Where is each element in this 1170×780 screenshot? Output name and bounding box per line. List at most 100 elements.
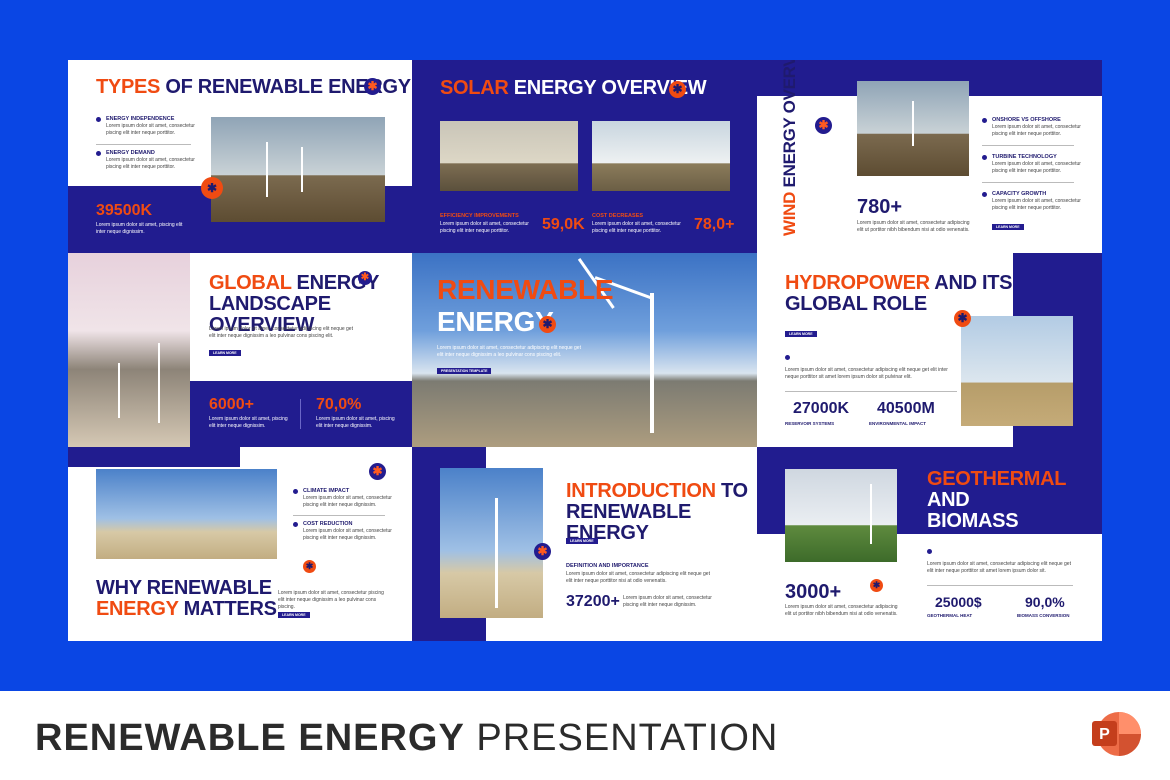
stat-value: 3000+ xyxy=(785,581,842,603)
stat-value: 25000$ xyxy=(935,594,982,610)
item-body: Lorem ipsum dolor sit amet, consectetur … xyxy=(303,495,392,508)
stat-value: 6000+ xyxy=(209,396,254,413)
title-highlight: WIND xyxy=(780,191,799,236)
slide-hero[interactable]: RENEWABLE ENERGY ✱ Lorem ipsum dolor sit… xyxy=(412,253,757,447)
asterisk-icon: ✱ xyxy=(815,117,832,134)
body-text: Lorem ipsum dolor sit amet, consectetur … xyxy=(437,345,581,358)
label-text: GEOTHERMAL HEAT xyxy=(927,613,973,618)
item-label: DEFINITION AND IMPORTANCE xyxy=(566,563,649,569)
item-body: Lorem ipsum dolor sit amet, consectetur … xyxy=(106,157,195,170)
title-line2: GLOBAL ROLE xyxy=(785,293,927,315)
wind-turbine-photo xyxy=(440,468,543,618)
stat-body: Lorem ipsum dolor sit amet, consectetur … xyxy=(785,604,898,617)
bullet-dot xyxy=(293,522,298,527)
body-text: Lorem ipsum dolor sit amet, consectetur … xyxy=(785,367,948,380)
slide-title: GEOTHERMAL AND BIOMASS ENERGY xyxy=(927,469,1102,553)
title-highlight: SOLAR xyxy=(440,77,509,99)
stat-value: 27000K xyxy=(793,400,850,417)
learn-more-button[interactable]: LEARN MORE xyxy=(278,612,310,618)
divider xyxy=(982,145,1074,146)
item-label: TURBINE TECHNOLOGY xyxy=(992,154,1057,160)
turbine-graphic xyxy=(650,293,654,433)
learn-more-button[interactable]: LEARN MORE xyxy=(785,331,817,337)
powerpoint-letter: P xyxy=(1099,726,1110,743)
slide-title-vertical: WIND ENERGY OVERVIEW xyxy=(780,60,799,236)
stat-label: EFFICIENCY IMPROVEMENTS xyxy=(440,213,519,219)
asterisk-icon: ✱ xyxy=(669,81,686,98)
title-rest: MATTERS xyxy=(178,598,277,620)
slide-intro[interactable]: ✱ INTRODUCTION TO RENEWABLE ENERGY LEARN … xyxy=(412,447,757,641)
bullet-dot xyxy=(927,549,932,554)
stat-label: RESERVOIR SYSTEMS xyxy=(785,421,834,426)
title-highlight: TYPES xyxy=(96,76,161,98)
title-rest: TO xyxy=(715,480,748,502)
title-highlight: HYDROPOWER xyxy=(785,272,930,294)
stat-body: Lorem ipsum dolor sit amet, piscing elit… xyxy=(96,222,183,235)
item-label: ONSHORE VS OFFSHORE xyxy=(992,117,1061,123)
body-text: Lorem ipsum dolor sit amet, consectetur … xyxy=(566,571,710,584)
slide-geo[interactable]: GEOTHERMAL AND BIOMASS ENERGY Lorem ipsum… xyxy=(757,447,1102,641)
stat-value: 39500K xyxy=(96,202,153,219)
asterisk-icon: ✱ xyxy=(364,78,381,95)
template-tag: PRESENTATION TEMPLATE xyxy=(437,368,492,374)
slide-wind[interactable]: WIND ENERGY OVERVIEW ✱ ONSHORE VS OFFSHO… xyxy=(757,60,1102,253)
slide-hydro[interactable]: HYDROPOWER AND ITS GLOBAL ROLE LEARN MORE… xyxy=(757,253,1102,447)
divider xyxy=(293,515,385,516)
stat-body: Lorem ipsum dolor sit amet, piscing elit… xyxy=(316,416,395,429)
slide-title: SOLAR ENERGY OVERVIEW xyxy=(440,77,707,99)
divider xyxy=(982,182,1074,183)
slide-grid: TYPES OF RENEWABLE ENERGY ✱ ENERGY INDEP… xyxy=(68,60,1102,641)
bullet-dot xyxy=(96,117,101,122)
white-panel xyxy=(240,447,412,467)
label-text: BIOMASS CONVERSION xyxy=(1017,613,1070,618)
stat-body: Lorem ipsum dolor sit amet, piscing elit… xyxy=(209,416,288,429)
slide-solar[interactable]: SOLAR ENERGY OVERVIEW ✱ EFFICIENCY IMPRO… xyxy=(412,60,757,253)
slide-types[interactable]: TYPES OF RENEWABLE ENERGY ✱ ENERGY INDEP… xyxy=(68,60,412,253)
asterisk-icon: ✱ xyxy=(369,463,386,480)
title-line2: BIOMASS ENERGY xyxy=(927,510,1019,553)
stat-body: Lorem ipsum dolor sit amet, consectetur … xyxy=(592,221,681,234)
stat-label: ENVIRONMENTAL IMPACT xyxy=(869,421,926,426)
footer-title-light: PRESENTATION xyxy=(464,717,779,759)
divider xyxy=(785,391,957,392)
asterisk-icon: ✱ xyxy=(303,560,316,573)
title-rest: AND xyxy=(927,489,970,511)
slide-title: INTRODUCTION TO RENEWABLE ENERGY xyxy=(566,481,757,544)
slide-title: HYDROPOWER AND ITS GLOBAL ROLE xyxy=(785,272,1013,315)
slide-global[interactable]: GLOBAL ENERGY LANDSCAPE OVERVIEW ✱ Lorem … xyxy=(68,253,412,447)
bullet-dot xyxy=(293,489,298,494)
title-highlight: ENERGY xyxy=(96,598,179,620)
learn-more-button[interactable]: LEARN MORE xyxy=(209,350,241,356)
bullet-dot xyxy=(982,118,987,123)
wind-farm-photo xyxy=(592,121,730,191)
navy-band xyxy=(190,381,412,447)
learn-more-button[interactable]: LEARN MORE xyxy=(992,224,1024,230)
asterisk-icon: ✱ xyxy=(954,310,971,327)
slide-why[interactable]: ✱ CLIMATE IMPACT Lorem ipsum dolor sit a… xyxy=(68,447,412,641)
stat-body: Lorem ipsum dolor sit amet, consectetur … xyxy=(857,220,970,233)
stat-value: 59,0K xyxy=(542,216,585,233)
stat-value: 40500M xyxy=(877,400,935,417)
bullet-dot xyxy=(96,151,101,156)
stat-label: GEOTHERMAL HEAT xyxy=(927,613,972,618)
bullet-dot xyxy=(982,192,987,197)
asterisk-icon: ✱ xyxy=(201,177,223,199)
footer-title-bold: RENEWABLE ENERGY xyxy=(35,717,465,759)
title-highlight: GLOBAL xyxy=(209,272,292,294)
hero-title-line2: ENERGY xyxy=(437,306,554,337)
item-body: Lorem ipsum dolor sit amet, consectetur … xyxy=(992,161,1081,174)
asterisk-icon: ✱ xyxy=(358,271,372,285)
wind-farm-photo xyxy=(857,81,969,176)
item-body: Lorem ipsum dolor sit amet, consectetur … xyxy=(303,528,392,541)
item-body: Lorem ipsum dolor sit amet, consectetur … xyxy=(106,123,195,136)
item-label: CAPACITY GROWTH xyxy=(992,191,1047,197)
item-label: ENERGY DEMAND xyxy=(106,150,155,156)
title-highlight: GEOTHERMAL xyxy=(927,468,1066,490)
asterisk-icon: ✱ xyxy=(870,579,883,592)
stat-value: 78,0+ xyxy=(694,216,735,233)
title-line1: WHY RENEWABLE xyxy=(96,577,272,599)
bullet-dot xyxy=(982,155,987,160)
stat-value: 70,0% xyxy=(316,396,362,413)
learn-more-button[interactable]: LEARN MORE xyxy=(566,538,598,544)
footer-title: RENEWABLE ENERGY PRESENTATION xyxy=(35,717,778,760)
